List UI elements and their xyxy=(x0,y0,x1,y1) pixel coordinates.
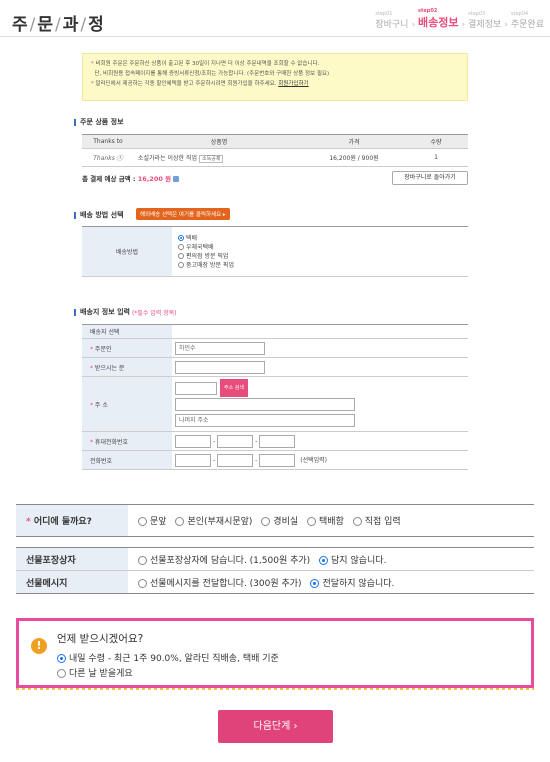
gift-options-table: 선물포장상자 선물포장상자에 담습니다. (1,500원 추가) 담지 않습니다… xyxy=(16,547,534,594)
delivery-date-box: ! 언제 받으시겠어요? 내일 수령 - 최근 1주 90.0%, 알라딘 직배… xyxy=(16,618,534,690)
chevron-right-icon: › xyxy=(504,20,508,30)
shipping-option-post[interactable]: 우체국택배 xyxy=(178,243,462,252)
where-option-box[interactable]: 택배함 xyxy=(307,517,344,527)
where-option-door[interactable]: 문앞 xyxy=(138,517,167,527)
address-row: * 주 소 주소 검색 나머지 주소 xyxy=(82,376,468,432)
overseas-shipping-button[interactable]: 해외배송 선택은 여기를 클릭하세요 ▸ xyxy=(136,208,230,220)
step-complete: step04 주문완료 xyxy=(510,11,544,30)
phone-row: 전화번호 -- (선택입력) xyxy=(82,450,468,470)
zipcode-input[interactable] xyxy=(175,381,217,395)
card-icon[interactable] xyxy=(173,176,180,182)
where-option-custom[interactable]: 직접 입력 xyxy=(352,517,401,527)
gift-message-row: 선물메시지 선물메시지를 전달합니다. (300원 추가) 전달하지 않습니다. xyxy=(16,570,534,594)
shipping-option-store[interactable]: 중고매장 방문 픽업 xyxy=(178,261,462,270)
step-shipping: step02 배송정보 xyxy=(418,8,459,29)
page-title: 주/문/과/정 xyxy=(12,15,105,35)
table-header-row: Thanks to 상품명 가격 수량 xyxy=(82,134,468,149)
orderer-row: * 주문인 하민수 xyxy=(82,338,468,358)
product-qty: 1 xyxy=(404,148,468,167)
address-section-title: 배송지 정보 입력 (*필수 입력 항목) xyxy=(74,307,177,317)
address-table: 배송지 선택 * 주문인 하민수 * 받으시는 분 * 주 소 주소 검색 나머… xyxy=(82,324,468,470)
orderer-input[interactable]: 하민수 xyxy=(175,341,265,355)
gift-message-yes[interactable]: 선물메시지를 전달합니다. (300원 추가) xyxy=(138,578,302,589)
drop-location-table: * 어디에 둘까요? 문앞 본인(부재시문앞) 경비실 택배함 직접 입력 xyxy=(16,504,534,537)
signup-link[interactable]: 회원가입하기 xyxy=(278,81,308,87)
gift-message-no[interactable]: 전달하지 않습니다. xyxy=(310,578,394,589)
gift-wrap-yes[interactable]: 선물포장상자에 담습니다. (1,500원 추가) xyxy=(138,555,310,566)
where-option-self[interactable]: 본인(부재시문앞) xyxy=(175,517,252,527)
shipping-option-parcel[interactable]: 택배 xyxy=(178,234,462,243)
product-name[interactable]: 소설가라는 이상한 직업 xyxy=(138,155,197,162)
step-payment: step03 결제정보 xyxy=(468,11,502,30)
where-option-guard[interactable]: 경비실 xyxy=(261,517,298,527)
delivery-tomorrow-option[interactable]: 내일 수령 - 최근 1주 90.0%, 알라딘 직배송, 택배 기준 xyxy=(57,651,279,664)
back-to-cart-button[interactable]: 장바구니로 돌아가기 xyxy=(392,171,468,185)
address-search-button[interactable]: 주소 검색 xyxy=(220,379,248,397)
shipping-method-label: 배송방법 xyxy=(82,226,172,277)
radio[interactable] xyxy=(178,244,184,250)
recipient-row: * 받으시는 분 xyxy=(82,357,468,377)
table-row: Thanks ⓣ 소설가라는 이상한 직업 소득공제 16,200원 / 900원… xyxy=(82,148,468,167)
radio-selected[interactable] xyxy=(178,235,184,241)
shipping-section-title: 배송 방법 선택 xyxy=(74,210,124,220)
next-step-button[interactable]: 다음단계 › xyxy=(218,710,333,743)
phone-input-2[interactable] xyxy=(217,453,254,467)
gift-wrap-no[interactable]: 담지 않습니다. xyxy=(319,555,386,566)
recipient-input[interactable] xyxy=(175,360,265,374)
radio[interactable] xyxy=(178,253,184,259)
address-detail-input[interactable]: 나머지 주소 xyxy=(175,414,355,427)
notice-box: * 비회원 주문은 주문하신 상품이 출고된 후 30일이 지나면 더 이상 주… xyxy=(82,53,468,101)
phone-input-1[interactable] xyxy=(175,453,211,467)
product-price: 16,200원 / 900원 xyxy=(304,148,404,167)
shipping-method-table: 배송방법 택배 우체국택배 편의점 방문 픽업 중고매장 방문 픽업 xyxy=(82,226,468,277)
mobile-input-3[interactable] xyxy=(259,434,296,448)
product-section-title: 주문 상품 정보 xyxy=(74,117,124,127)
address-input[interactable] xyxy=(175,398,355,411)
total-amount: 총 결제 예상 금액 : 16,200 원 xyxy=(82,173,180,183)
mobile-input-2[interactable] xyxy=(217,434,254,448)
chevron-right-icon: › xyxy=(411,20,416,30)
tax-deduction-badge: 소득공제 xyxy=(199,155,224,163)
order-steps: step01 장바구니 › step02 배송정보 › step03 결제정보 … xyxy=(375,8,544,30)
step-cart: step01 장바구니 xyxy=(375,11,409,30)
delivery-other-day-option[interactable]: 다른 날 받을게요 xyxy=(57,666,133,679)
address-select-row: 배송지 선택 xyxy=(82,324,468,339)
gift-wrap-row: 선물포장상자 선물포장상자에 담습니다. (1,500원 추가) 담지 않습니다… xyxy=(16,547,534,571)
alert-icon: ! xyxy=(31,638,47,654)
delivery-date-title: 언제 받으시겠어요? xyxy=(57,633,144,645)
header-divider xyxy=(0,36,550,37)
radio[interactable] xyxy=(178,262,184,268)
thanks-to-icon[interactable]: Thanks ⓣ xyxy=(93,155,122,162)
phone-input-3[interactable] xyxy=(259,453,296,467)
shipping-option-convenience[interactable]: 편의점 방문 픽업 xyxy=(178,252,462,261)
product-table: Thanks to 상품명 가격 수량 Thanks ⓣ 소설가라는 이상한 직… xyxy=(82,134,468,167)
mobile-row: * 휴대전화번호 -- xyxy=(82,431,468,451)
chevron-right-icon: › xyxy=(461,20,466,30)
mobile-input-1[interactable] xyxy=(175,434,211,448)
